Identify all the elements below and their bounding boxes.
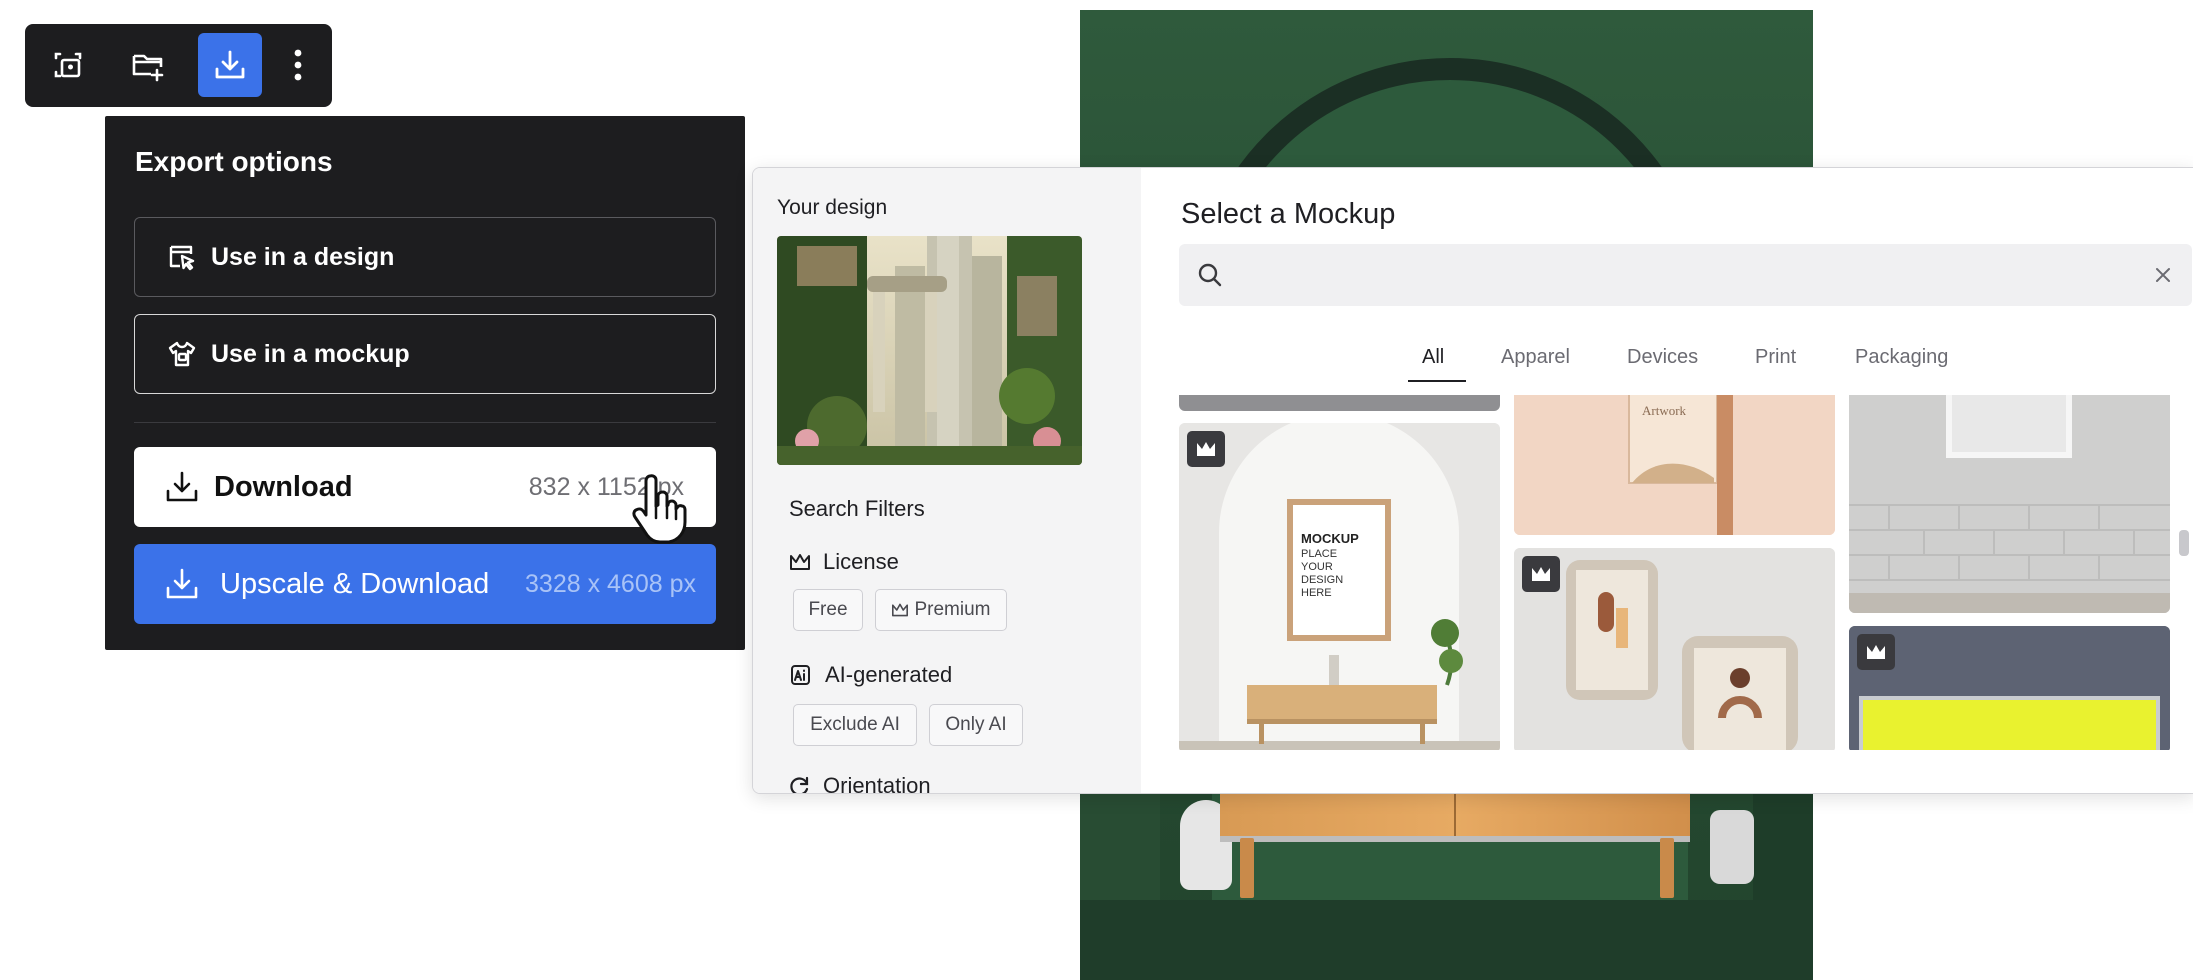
download-label: Download bbox=[214, 470, 353, 503]
export-options-panel: Export options Use in a design Use in a … bbox=[105, 116, 745, 650]
filter-chip-only-ai[interactable]: Only AI bbox=[929, 704, 1023, 746]
license-filter-header: License bbox=[789, 549, 899, 575]
license-filter-label: License bbox=[823, 549, 899, 574]
use-in-mockup-button[interactable]: Use in a mockup bbox=[134, 314, 716, 394]
download-icon bbox=[164, 469, 200, 505]
search-icon bbox=[1197, 262, 1223, 288]
folder-add-icon bbox=[130, 48, 166, 82]
upscale-download-button[interactable]: Upscale & Download 3328 x 4608 px bbox=[134, 544, 716, 624]
tab-apparel[interactable]: Apparel bbox=[1501, 346, 1570, 369]
mockup-card[interactable] bbox=[1849, 395, 2170, 613]
ai-generated-filter-label: AI-generated bbox=[825, 662, 953, 687]
use-in-design-button[interactable]: Use in a design bbox=[134, 217, 716, 297]
svg-text:HERE: HERE bbox=[1301, 587, 1332, 599]
mockup-card[interactable] bbox=[1849, 626, 2170, 750]
frame-image-icon bbox=[51, 48, 85, 82]
modal-sidebar: Your design Search Filters License Free … bbox=[753, 168, 1141, 793]
export-options-title: Export options bbox=[135, 146, 333, 177]
premium-badge bbox=[1187, 431, 1225, 467]
clear-search-icon[interactable] bbox=[2152, 264, 2174, 286]
use-in-mockup-label: Use in a mockup bbox=[211, 339, 410, 368]
svg-text:YOUR: YOUR bbox=[1301, 561, 1333, 573]
premium-badge bbox=[1857, 634, 1895, 670]
modal-main: Select a Mockup All Apparel Devices Prin… bbox=[1141, 168, 2193, 793]
select-mockup-title: Select a Mockup bbox=[1181, 198, 1396, 230]
scene-pot bbox=[1710, 810, 1754, 884]
svg-text:MOCKUP: MOCKUP bbox=[1301, 531, 1359, 546]
use-in-design-label: Use in a design bbox=[211, 242, 395, 271]
mockup-grid: MOCKUP PLACE YOUR DESIGN HERE Artwork bbox=[1179, 395, 2179, 750]
your-design-thumbnail[interactable] bbox=[777, 236, 1082, 465]
upscale-download-label: Upscale & Download bbox=[220, 567, 490, 600]
orientation-filter-header: Orientation bbox=[789, 773, 931, 794]
svg-text:DESIGN: DESIGN bbox=[1301, 574, 1343, 586]
more-vertical-icon bbox=[293, 47, 303, 83]
rotate-icon bbox=[789, 775, 811, 793]
scene-floor bbox=[1080, 900, 1813, 980]
tab-packaging[interactable]: Packaging bbox=[1855, 346, 1948, 369]
search-filters-title: Search Filters bbox=[789, 496, 925, 521]
ai-generated-filter-header: AI-generated bbox=[789, 662, 952, 688]
hand-cursor-icon bbox=[630, 472, 694, 546]
mockup-card[interactable] bbox=[1179, 395, 1500, 411]
crown-icon bbox=[789, 552, 811, 572]
grid-scrollbar-thumb[interactable] bbox=[2179, 530, 2189, 556]
download-icon bbox=[164, 566, 200, 602]
filter-chip-exclude-ai[interactable]: Exclude AI bbox=[793, 704, 917, 746]
add-to-folder-button[interactable] bbox=[116, 33, 180, 97]
ai-badge-icon bbox=[789, 663, 813, 687]
download-button[interactable]: Download 832 x 1152 px bbox=[134, 447, 716, 527]
mockup-search-input[interactable] bbox=[1237, 252, 2121, 300]
tab-all[interactable]: All bbox=[1422, 346, 1444, 369]
mockup-card[interactable]: MOCKUP PLACE YOUR DESIGN HERE bbox=[1179, 423, 1500, 750]
svg-text:Artwork: Artwork bbox=[1642, 403, 1687, 418]
upscale-download-size: 3328 x 4608 px bbox=[525, 569, 696, 598]
design-cursor-icon bbox=[167, 242, 197, 272]
crown-icon bbox=[1530, 564, 1552, 584]
mockup-selector-modal: Your design Search Filters License Free … bbox=[752, 167, 2193, 794]
tab-devices[interactable]: Devices bbox=[1627, 346, 1698, 369]
mockup-card[interactable]: Artwork bbox=[1514, 395, 1835, 535]
crown-icon bbox=[1195, 439, 1217, 459]
download-icon bbox=[212, 47, 248, 83]
image-toolbar bbox=[25, 24, 332, 107]
orientation-filter-label: Orientation bbox=[823, 773, 931, 794]
active-tab-underline bbox=[1408, 380, 1466, 382]
filter-chip-free[interactable]: Free bbox=[793, 589, 863, 631]
svg-text:PLACE: PLACE bbox=[1301, 548, 1337, 560]
scene-cabinet bbox=[1220, 790, 1690, 842]
download-toolbar-button[interactable] bbox=[198, 33, 262, 97]
mockup-card[interactable] bbox=[1514, 548, 1835, 750]
premium-chip-label: Premium bbox=[914, 599, 991, 620]
your-design-title: Your design bbox=[777, 196, 888, 219]
tshirt-mockup-icon bbox=[167, 339, 197, 369]
crown-icon bbox=[891, 602, 909, 618]
tab-print[interactable]: Print bbox=[1755, 346, 1796, 369]
mockup-category-tabs: All Apparel Devices Print Packaging bbox=[1141, 346, 2193, 386]
frame-image-button[interactable] bbox=[36, 33, 100, 97]
scene-cabinet-leg bbox=[1660, 838, 1674, 898]
filter-chip-premium[interactable]: Premium bbox=[875, 589, 1007, 631]
more-options-button[interactable] bbox=[278, 33, 318, 97]
export-divider bbox=[134, 422, 716, 423]
scene-cabinet-leg bbox=[1240, 838, 1254, 898]
mockup-search-bar bbox=[1179, 244, 2192, 306]
crown-icon bbox=[1865, 642, 1887, 662]
premium-badge bbox=[1522, 556, 1560, 592]
